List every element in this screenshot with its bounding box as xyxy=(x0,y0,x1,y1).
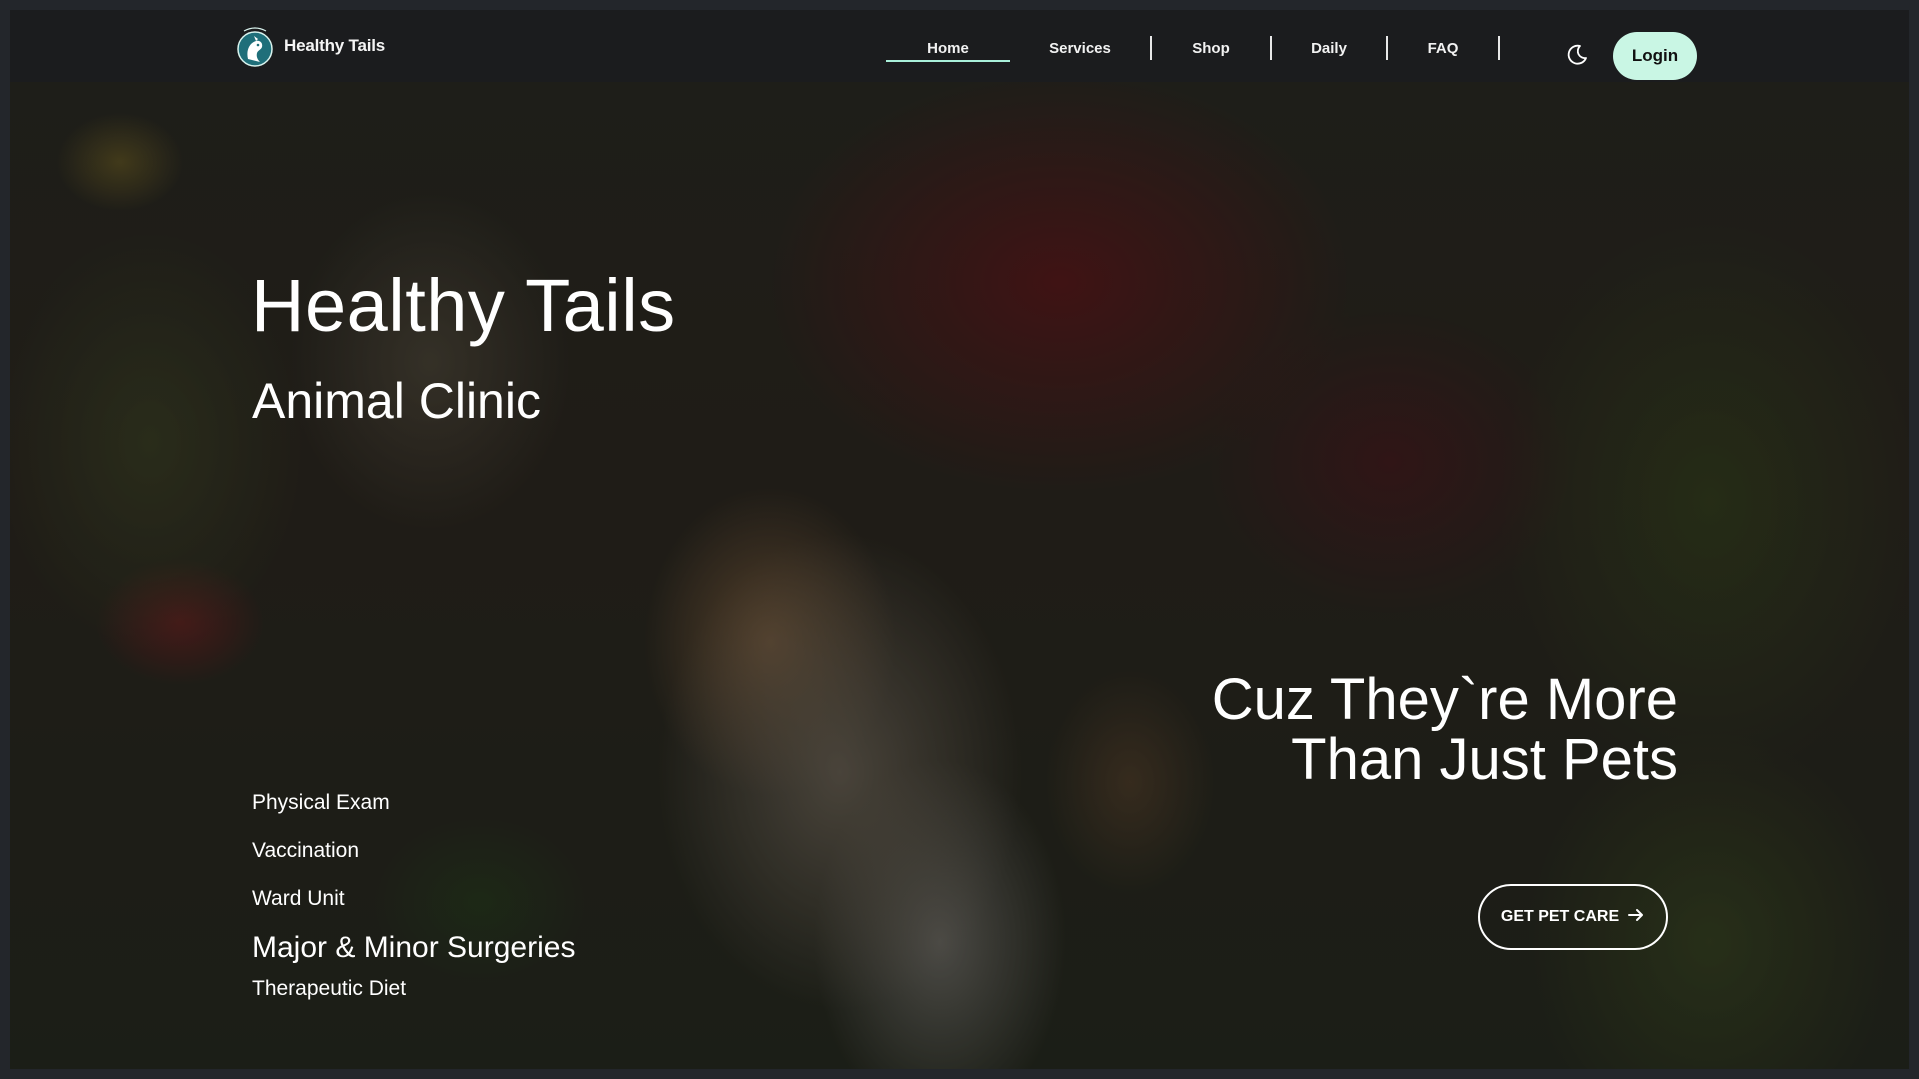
brand-name: Healthy Tails xyxy=(284,36,386,55)
nav-item-daily[interactable]: Daily xyxy=(1272,40,1386,57)
nav-item-services[interactable]: Services xyxy=(1010,40,1150,57)
service-item-physical-exam[interactable]: Physical Exam xyxy=(252,790,575,838)
service-item-surgeries[interactable]: Major & Minor Surgeries xyxy=(252,930,575,976)
service-item-ward-unit[interactable]: Ward Unit xyxy=(252,886,575,934)
page-frame: Healthy Tails Home Services Shop Daily F… xyxy=(10,10,1909,1069)
navbar: Healthy Tails Home Services Shop Daily F… xyxy=(10,10,1909,82)
nav-item-home[interactable]: Home xyxy=(886,40,1010,62)
nav-item-faq[interactable]: FAQ xyxy=(1388,40,1498,57)
service-item-therapeutic-diet[interactable]: Therapeutic Diet xyxy=(252,976,575,1024)
arrow-right-icon xyxy=(1627,906,1645,929)
hero-subtitle: Animal Clinic xyxy=(252,373,541,429)
nav-divider xyxy=(1498,36,1500,60)
hero-tagline: Cuz They`re More Than Just Pets xyxy=(1211,667,1678,792)
hero-title: Healthy Tails xyxy=(251,264,676,347)
dog-cat-logo-icon xyxy=(236,23,274,69)
cta-label: GET PET CARE xyxy=(1500,908,1620,925)
login-button[interactable]: Login xyxy=(1613,32,1697,80)
moon-icon[interactable] xyxy=(1565,43,1589,67)
service-item-vaccination[interactable]: Vaccination xyxy=(252,838,575,886)
nav-item-shop[interactable]: Shop xyxy=(1152,40,1270,57)
get-pet-care-button[interactable]: GET PET CARE xyxy=(1478,884,1668,950)
brand[interactable]: Healthy Tails xyxy=(236,23,385,69)
hero-section: Healthy Tails Animal Clinic Physical Exa… xyxy=(10,10,1909,1069)
main-nav: Home Services Shop Daily FAQ xyxy=(886,33,1500,63)
services-list: Physical Exam Vaccination Ward Unit Majo… xyxy=(252,790,575,1024)
